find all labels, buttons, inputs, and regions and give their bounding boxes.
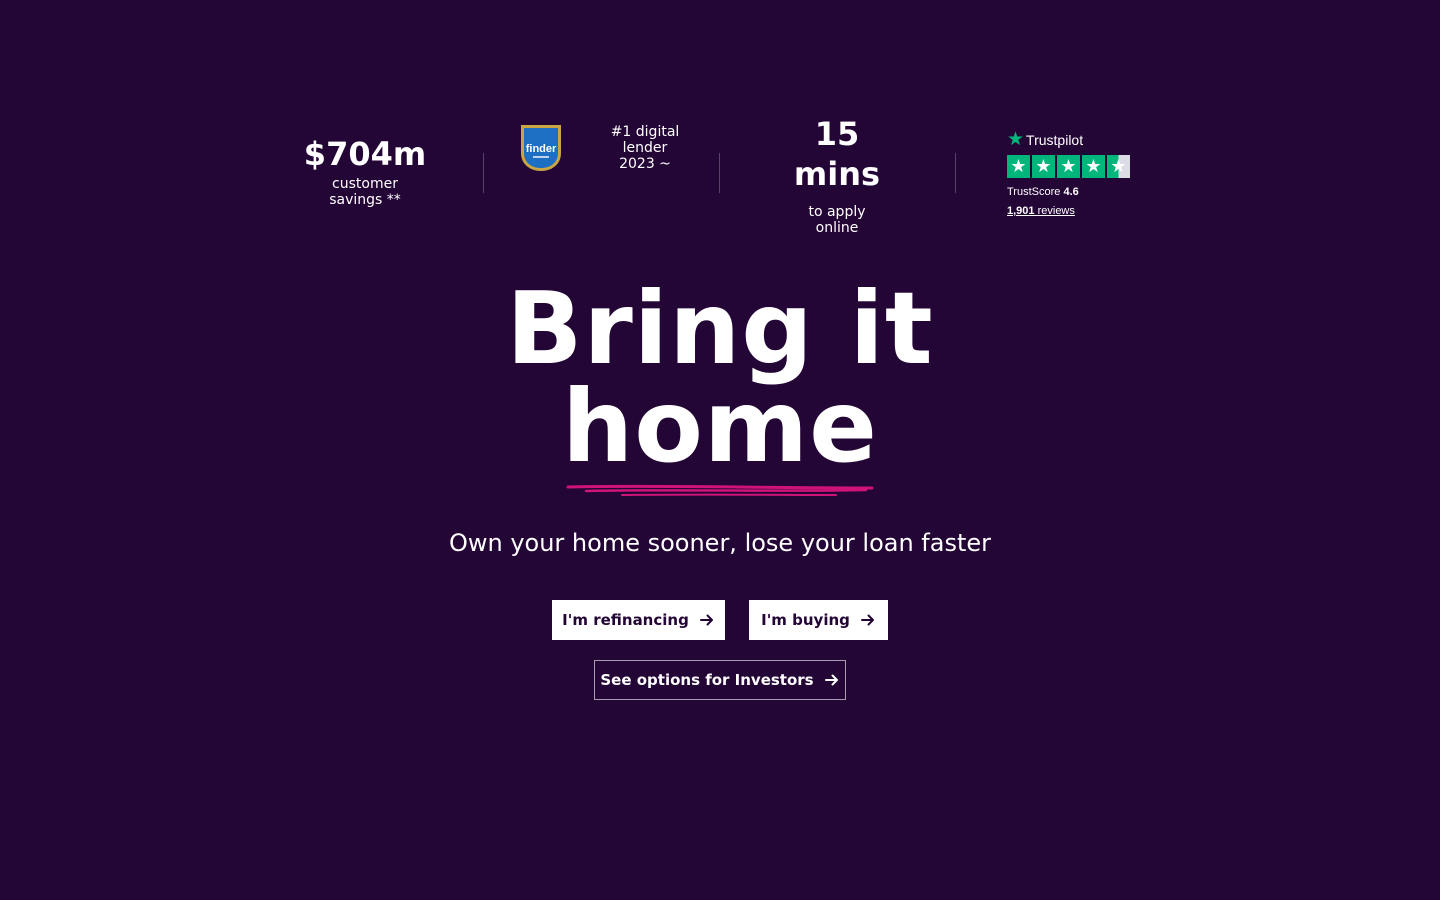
- savings-label-line2: savings **: [329, 192, 401, 208]
- finder-line3: 2023 ~: [619, 156, 671, 172]
- apply-time-number: 15: [814, 115, 860, 153]
- apply-time-label: to apply online: [719, 204, 955, 236]
- finder-line2: lender: [622, 140, 668, 156]
- finder-line1: #1 digital: [610, 124, 680, 140]
- savings-value: $704m: [303, 135, 427, 173]
- refinancing-button-label: I'm refinancing: [562, 611, 689, 629]
- trustscore-label: TrustScore: [1007, 186, 1061, 198]
- investors-options-button[interactable]: See options for Investors: [594, 660, 846, 700]
- landing-page: $704m customer savings ** finder #1 digi…: [0, 0, 1440, 900]
- arrow-right-icon: [860, 614, 874, 626]
- stat-customer-savings: $704m customer savings **: [247, 110, 483, 208]
- finder-award-badge-icon: finder: [521, 125, 561, 171]
- apply-label-line1: to apply: [808, 204, 866, 220]
- apply-label-line2: online: [815, 220, 859, 236]
- apply-time-value: 15 mins: [719, 114, 955, 194]
- reviews-label: reviews: [1037, 205, 1075, 217]
- trustpilot-widget[interactable]: ★ Trustpilot ★ ★ ★ ★ ★ TrustScore 4.6 1,…: [955, 110, 1191, 218]
- buying-button[interactable]: I'm buying: [749, 600, 888, 640]
- reviews-count: 1,901: [1007, 205, 1035, 217]
- savings-label: customer savings **: [247, 176, 483, 208]
- apply-time-unit: mins: [793, 155, 881, 193]
- underline-scribble-icon: [566, 484, 874, 496]
- stats-strip: $704m customer savings ** finder #1 digi…: [247, 110, 1193, 240]
- trustscore: TrustScore 4.6: [1007, 186, 1191, 199]
- hero-title-line2: home: [562, 368, 878, 485]
- buying-button-label: I'm buying: [761, 611, 850, 629]
- hero-title: Bring it home: [0, 270, 1440, 485]
- finder-award-text: #1 digital lender 2023 ~: [605, 124, 685, 172]
- trustscore-value: 4.6: [1063, 186, 1079, 198]
- rating-star-icon: ★: [1032, 155, 1055, 178]
- hero-title-line1: Bring it: [506, 270, 934, 387]
- investors-button-label: See options for Investors: [600, 671, 814, 689]
- trustpilot-reviews-link[interactable]: 1,901 reviews: [1007, 205, 1075, 218]
- rating-star-icon: ★: [1082, 155, 1105, 178]
- arrow-right-icon: [699, 614, 713, 626]
- rating-star-icon: ★: [1007, 155, 1030, 178]
- refinancing-button[interactable]: I'm refinancing: [552, 600, 725, 640]
- finder-badge-text: finder: [526, 143, 557, 155]
- arrow-right-icon: [824, 674, 838, 686]
- trustpilot-logo: ★ Trustpilot: [1007, 130, 1191, 150]
- stat-apply-time: 15 mins to apply online: [719, 110, 955, 236]
- trustpilot-star-icon: ★: [1007, 129, 1025, 150]
- hero-subtitle: Own your home sooner, lose your loan fas…: [448, 529, 992, 557]
- stat-finder-award: finder #1 digital lender 2023 ~: [483, 110, 719, 193]
- rating-half-star-icon: ★: [1107, 155, 1130, 178]
- savings-label-line1: customer: [332, 176, 398, 192]
- rating-star-icon: ★: [1057, 155, 1080, 178]
- trustpilot-brand: Trustpilot: [1026, 132, 1084, 148]
- trustpilot-rating-stars: ★ ★ ★ ★ ★: [1007, 155, 1191, 178]
